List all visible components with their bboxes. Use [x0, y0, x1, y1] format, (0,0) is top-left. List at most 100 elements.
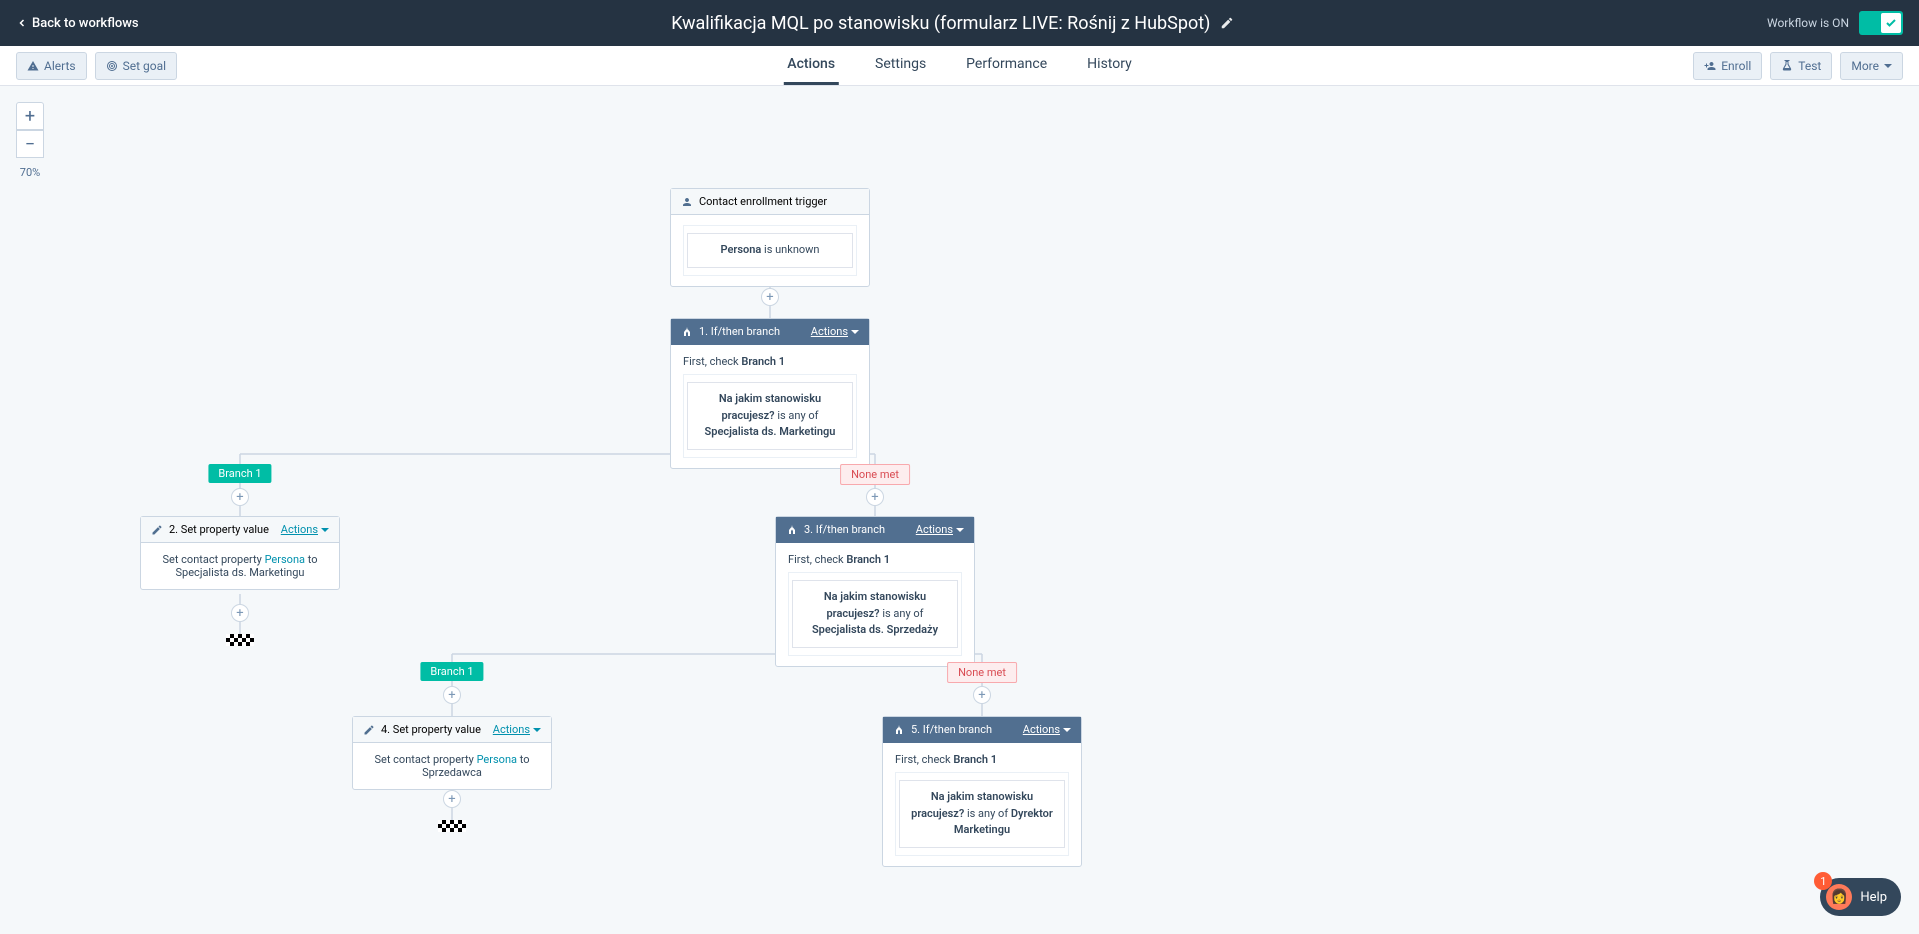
- caret-down-icon: [1884, 64, 1892, 68]
- zoom-in-button[interactable]: +: [16, 102, 44, 130]
- node-body: Persona is unknown: [671, 215, 869, 286]
- node-title: 4. Set property value: [381, 723, 481, 736]
- node-body: Set contact property Persona to Specjali…: [141, 543, 339, 589]
- more-button[interactable]: More: [1840, 52, 1903, 80]
- tab-performance[interactable]: Performance: [962, 46, 1051, 85]
- chevron-left-icon: [16, 17, 28, 29]
- tab-settings[interactable]: Settings: [871, 46, 930, 85]
- edit-icon: [363, 724, 375, 736]
- check-icon: [1885, 17, 1897, 29]
- node-actions-link[interactable]: Actions: [811, 325, 859, 338]
- warning-icon: [27, 60, 39, 72]
- branch-tag-branch1: Branch 1: [208, 464, 271, 483]
- toggle-knob: [1881, 13, 1901, 33]
- set-goal-button[interactable]: Set goal: [95, 52, 177, 80]
- add-action-button[interactable]: +: [231, 604, 249, 622]
- node-body: First, check Branch 1 Na jakim stanowisk…: [883, 743, 1081, 866]
- tab-actions[interactable]: Actions: [783, 46, 839, 85]
- topbar-right: Workflow is ON: [1767, 11, 1903, 35]
- node-title: 5. If/then branch: [911, 723, 992, 736]
- alerts-button[interactable]: Alerts: [16, 52, 87, 80]
- person-icon: [681, 196, 693, 208]
- if-then-branch-3-node[interactable]: 3. If/then branch Actions First, check B…: [775, 516, 975, 667]
- enrollment-trigger-node[interactable]: Contact enrollment trigger Persona is un…: [670, 188, 870, 287]
- help-avatar-icon: 👩: [1826, 884, 1852, 910]
- zoom-out-button[interactable]: −: [16, 130, 44, 158]
- add-action-button[interactable]: +: [973, 686, 991, 704]
- node-title: Contact enrollment trigger: [699, 195, 827, 208]
- branch-icon: [893, 724, 905, 736]
- node-actions-link[interactable]: Actions: [493, 723, 541, 736]
- property-link[interactable]: Persona: [265, 553, 305, 566]
- more-label: More: [1851, 59, 1879, 73]
- subbar-left: Alerts Set goal: [16, 52, 177, 80]
- flask-icon: [1781, 60, 1793, 72]
- caret-down-icon: [533, 728, 541, 732]
- test-button[interactable]: Test: [1770, 52, 1832, 80]
- enroll-label: Enroll: [1721, 59, 1751, 73]
- node-header: Contact enrollment trigger: [671, 189, 869, 215]
- if-then-branch-5-node[interactable]: 5. If/then branch Actions First, check B…: [882, 716, 1082, 867]
- branch-tag-branch1: Branch 1: [420, 662, 483, 681]
- node-header: 2. Set property value Actions: [141, 517, 339, 543]
- node-actions-link[interactable]: Actions: [916, 523, 964, 536]
- set-property-4-node[interactable]: 4. Set property value Actions Set contac…: [352, 716, 552, 790]
- branch-icon: [786, 524, 798, 536]
- node-header: 3. If/then branch Actions: [776, 517, 974, 543]
- tabs: Actions Settings Performance History: [783, 46, 1135, 85]
- trigger-rest: is unknown: [761, 243, 819, 256]
- edit-icon: [151, 524, 163, 536]
- node-header: 5. If/then branch Actions: [883, 717, 1081, 743]
- if-then-branch-1-node[interactable]: 1. If/then branch Actions First, check B…: [670, 318, 870, 469]
- test-label: Test: [1798, 59, 1821, 73]
- caret-down-icon: [321, 528, 329, 532]
- end-flag-icon: [438, 820, 466, 832]
- help-label: Help: [1860, 890, 1887, 905]
- trigger-prop: Persona: [720, 243, 761, 256]
- node-header: 4. Set property value Actions: [353, 717, 551, 743]
- node-actions-link[interactable]: Actions: [281, 523, 329, 536]
- topbar-center: Kwalifikacja MQL po stanowisku (formular…: [139, 13, 1767, 34]
- workflow-canvas[interactable]: Contact enrollment trigger Persona is un…: [0, 86, 1560, 934]
- add-action-button[interactable]: +: [443, 790, 461, 808]
- tab-history[interactable]: History: [1083, 46, 1136, 85]
- zoom-controls: + − 70%: [16, 102, 44, 179]
- add-action-button[interactable]: +: [761, 288, 779, 306]
- branch-icon: [681, 326, 693, 338]
- property-link[interactable]: Persona: [477, 753, 517, 766]
- node-header: 1. If/then branch Actions: [671, 319, 869, 345]
- branch-tag-none-met: None met: [947, 662, 1017, 683]
- add-action-button[interactable]: +: [866, 488, 884, 506]
- topbar: Back to workflows Kwalifikacja MQL po st…: [0, 0, 1919, 46]
- alerts-label: Alerts: [44, 59, 76, 73]
- node-title: 2. Set property value: [169, 523, 269, 536]
- target-icon: [106, 60, 118, 72]
- node-body: First, check Branch 1 Na jakim stanowisk…: [671, 345, 869, 468]
- canvas-scroll[interactable]: + − 70%: [0, 86, 1919, 934]
- caret-down-icon: [956, 528, 964, 532]
- node-body: First, check Branch 1 Na jakim stanowisk…: [776, 543, 974, 666]
- branch-tag-none-met: None met: [840, 464, 910, 485]
- subbar: Alerts Set goal Actions Settings Perform…: [0, 46, 1919, 86]
- workflow-status: Workflow is ON: [1767, 16, 1849, 30]
- enroll-button[interactable]: Enroll: [1693, 52, 1762, 80]
- caret-down-icon: [851, 330, 859, 334]
- node-title: 3. If/then branch: [804, 523, 885, 536]
- subbar-right: Enroll Test More: [1693, 52, 1903, 80]
- node-actions-link[interactable]: Actions: [1023, 723, 1071, 736]
- pencil-icon[interactable]: [1220, 16, 1234, 30]
- set-goal-label: Set goal: [123, 59, 166, 73]
- add-action-button[interactable]: +: [443, 686, 461, 704]
- person-add-icon: [1704, 60, 1716, 72]
- workflow-toggle[interactable]: [1859, 11, 1903, 35]
- add-action-button[interactable]: +: [231, 488, 249, 506]
- set-property-2-node[interactable]: 2. Set property value Actions Set contac…: [140, 516, 340, 590]
- node-title: 1. If/then branch: [699, 325, 780, 338]
- workflow-title: Kwalifikacja MQL po stanowisku (formular…: [671, 13, 1210, 34]
- node-body: Set contact property Persona to Sprzedaw…: [353, 743, 551, 789]
- back-to-workflows-link[interactable]: Back to workflows: [16, 16, 139, 31]
- help-button[interactable]: 1 👩 Help: [1820, 878, 1901, 916]
- caret-down-icon: [1063, 728, 1071, 732]
- end-flag-icon: [226, 634, 254, 646]
- back-label: Back to workflows: [32, 16, 139, 31]
